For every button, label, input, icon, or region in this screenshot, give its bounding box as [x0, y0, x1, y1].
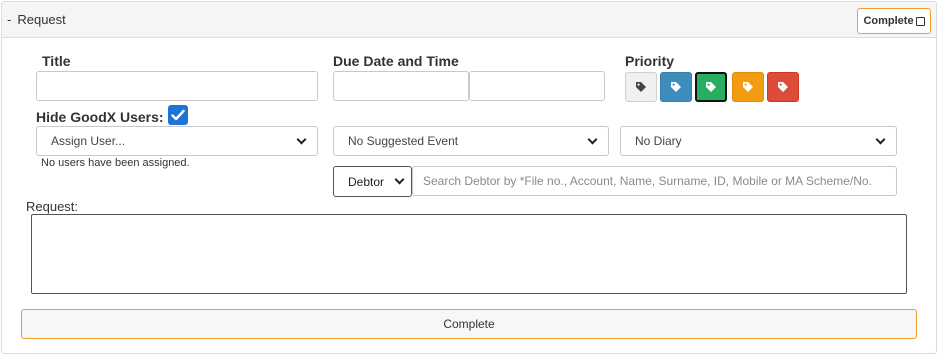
request-textarea[interactable]: [31, 214, 907, 294]
priority-low-button[interactable]: [660, 72, 692, 102]
collapse-toggle[interactable]: - Request: [7, 12, 66, 28]
request-label: Request:: [26, 199, 79, 214]
due-time-input[interactable]: [469, 71, 605, 101]
priority-urgent-button[interactable]: [767, 72, 799, 102]
chevron-down-icon: [587, 134, 598, 144]
panel-header: - Request Complete: [2, 2, 936, 38]
hide-users-label: Hide GoodX Users:: [36, 109, 164, 125]
diary-select[interactable]: No Diary: [620, 126, 897, 156]
checkmark-icon: [171, 109, 185, 121]
assign-user-value: Assign User...: [51, 134, 126, 148]
chevron-down-icon: [875, 134, 886, 144]
debtor-search-input[interactable]: [412, 166, 897, 196]
debtor-type-select[interactable]: Debtor: [333, 166, 412, 197]
tag-icon: [636, 82, 646, 92]
complete-toggle[interactable]: Complete: [857, 8, 931, 34]
tag-icon: [743, 82, 753, 92]
complete-toggle-label: Complete: [863, 15, 914, 27]
tag-icon: [671, 82, 681, 92]
complete-button[interactable]: Complete: [21, 309, 917, 339]
diary-value: No Diary: [635, 134, 682, 148]
chevron-down-icon: [394, 174, 405, 185]
suggested-event-value: No Suggested Event: [348, 134, 459, 148]
title-label: Title: [42, 53, 71, 69]
priority-none-button[interactable]: [625, 72, 657, 102]
title-input[interactable]: [36, 71, 318, 101]
debtor-type-value: Debtor: [348, 174, 385, 189]
tag-icon: [706, 82, 716, 92]
no-users-text: No users have been assigned.: [41, 157, 190, 169]
priority-label: Priority: [625, 53, 675, 69]
complete-checkbox-icon[interactable]: [915, 16, 925, 26]
priority-normal-button[interactable]: [695, 72, 727, 102]
panel-title: Request: [17, 12, 66, 27]
chevron-down-icon: [296, 134, 307, 144]
hide-users-checkbox[interactable]: [168, 105, 188, 125]
due-date-input[interactable]: [333, 71, 469, 101]
priority-high-button[interactable]: [732, 72, 764, 102]
suggested-event-select[interactable]: No Suggested Event: [333, 126, 609, 156]
tag-icon: [778, 82, 788, 92]
collapse-icon: -: [7, 12, 12, 27]
due-date-label: Due Date and Time: [333, 53, 459, 69]
assign-user-select[interactable]: Assign User...: [36, 126, 318, 156]
